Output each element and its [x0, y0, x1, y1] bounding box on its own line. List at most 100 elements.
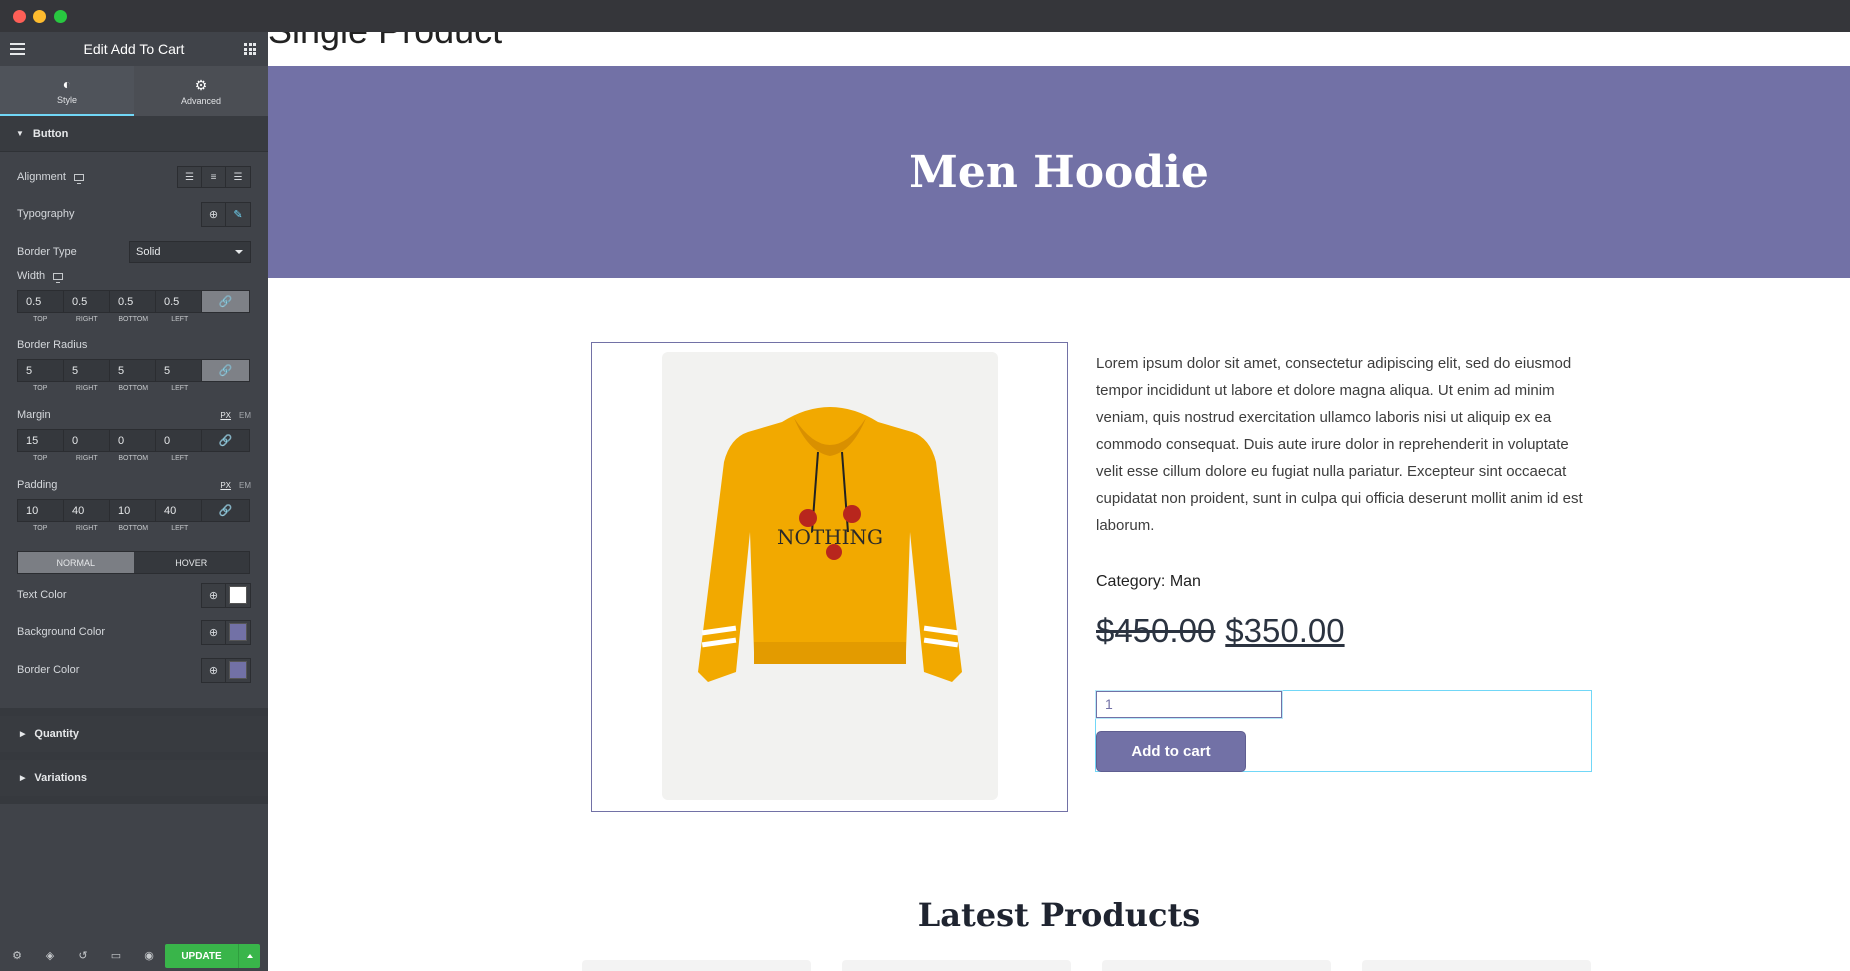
- layers-icon[interactable]: ◈: [43, 948, 57, 962]
- product-category: Category: Man: [1096, 573, 1201, 590]
- side-label-top: TOP: [33, 385, 48, 392]
- product-image: NOTHING: [662, 352, 998, 800]
- desktop-icon[interactable]: [73, 173, 84, 184]
- width-left-input[interactable]: 0.5: [156, 291, 202, 312]
- margin-label: Margin: [17, 409, 51, 421]
- edit-pencil-icon[interactable]: ✎: [226, 202, 250, 226]
- tab-hover[interactable]: HOVER: [133, 552, 249, 573]
- state-tabs: NORMAL HOVER: [17, 551, 250, 574]
- radius-top-input[interactable]: 5: [18, 360, 64, 381]
- border-color-label: Border Color: [17, 664, 80, 676]
- unit-px[interactable]: PX: [220, 411, 231, 420]
- link-values-icon[interactable]: 🔗: [202, 500, 249, 521]
- margin-bottom-input[interactable]: 0: [110, 430, 156, 451]
- padding-units: PX EM: [220, 481, 251, 490]
- hamburger-menu-icon[interactable]: [10, 43, 25, 58]
- link-values-icon[interactable]: 🔗: [202, 360, 249, 381]
- alignment-control: Alignment ☰ ≡ ☰: [17, 165, 251, 189]
- align-center-icon[interactable]: ≡: [202, 167, 226, 187]
- settings-gear-icon[interactable]: ⚙: [10, 948, 24, 962]
- hoodie-hem: [754, 642, 906, 664]
- section-button-header[interactable]: ▼ Button: [0, 116, 268, 152]
- width-side-labels: TOP RIGHT BOTTOM LEFT: [17, 316, 203, 323]
- caret-right-icon: ▶: [20, 731, 26, 738]
- product-card[interactable]: [1102, 960, 1331, 971]
- tab-normal[interactable]: NORMAL: [18, 552, 134, 573]
- margin-inputs: 15 0 0 0 🔗: [17, 429, 250, 452]
- border-color-swatch-button[interactable]: [226, 658, 250, 682]
- link-values-icon[interactable]: 🔗: [202, 291, 249, 312]
- desktop-icon[interactable]: [53, 272, 64, 283]
- maximize-window-button[interactable]: [54, 10, 67, 23]
- caret-right-icon: ▶: [20, 775, 26, 782]
- editor-sidebar: Edit Add To Cart ◐ Style ⚙ Advanced ▼ Bu…: [0, 32, 268, 971]
- margin-units: PX EM: [220, 411, 251, 420]
- padding-right-input[interactable]: 40: [64, 500, 110, 521]
- product-image-frame[interactable]: NOTHING: [591, 342, 1068, 812]
- side-label-right: RIGHT: [75, 385, 98, 392]
- unit-px[interactable]: PX: [220, 481, 231, 490]
- width-right-input[interactable]: 0.5: [64, 291, 110, 312]
- global-icon[interactable]: ⊕: [202, 202, 226, 226]
- widgets-grid-icon[interactable]: [244, 43, 256, 55]
- text-color-label: Text Color: [17, 589, 67, 601]
- side-label-right: RIGHT: [75, 525, 98, 532]
- add-to-cart-button[interactable]: Add to cart: [1096, 731, 1246, 772]
- side-label-top: TOP: [33, 455, 48, 462]
- border-type-label: Border Type: [17, 246, 77, 258]
- text-color-swatch: [229, 586, 247, 604]
- product-card[interactable]: [842, 960, 1071, 971]
- align-right-icon[interactable]: ☰: [226, 167, 250, 187]
- padding-bottom-input[interactable]: 10: [110, 500, 156, 521]
- tab-advanced[interactable]: ⚙ Advanced: [134, 66, 268, 116]
- padding-left-input[interactable]: 40: [156, 500, 202, 521]
- unit-em[interactable]: EM: [239, 481, 251, 490]
- width-inputs: 0.5 0.5 0.5 0.5 🔗: [17, 290, 250, 313]
- product-card[interactable]: [1362, 960, 1591, 971]
- align-left-icon[interactable]: ☰: [178, 167, 202, 187]
- preview-eye-icon[interactable]: ◉: [142, 948, 156, 962]
- global-icon[interactable]: ⊕: [202, 658, 226, 682]
- typography-control: Typography ⊕ ✎: [17, 201, 251, 227]
- panel-tabs: ◐ Style ⚙ Advanced: [0, 66, 268, 116]
- padding-top-input[interactable]: 10: [18, 500, 64, 521]
- margin-left-input[interactable]: 0: [156, 430, 202, 451]
- responsive-mode-icon[interactable]: ▭: [109, 948, 123, 962]
- tab-style[interactable]: ◐ Style: [0, 66, 134, 116]
- update-options-button[interactable]: [238, 944, 260, 968]
- global-icon[interactable]: ⊕: [202, 583, 226, 607]
- product-price: $450.00 $350.00: [1096, 612, 1345, 650]
- radius-left-input[interactable]: 5: [156, 360, 202, 381]
- radius-bottom-input[interactable]: 5: [110, 360, 156, 381]
- width-top-input[interactable]: 0.5: [18, 291, 64, 312]
- quantity-input[interactable]: 1: [1096, 691, 1282, 718]
- global-icon[interactable]: ⊕: [202, 620, 226, 644]
- background-color-swatch: [229, 623, 247, 641]
- section-variations[interactable]: ▶ Variations: [0, 760, 268, 804]
- radius-right-input[interactable]: 5: [64, 360, 110, 381]
- history-icon[interactable]: ↺: [76, 948, 90, 962]
- width-bottom-input[interactable]: 0.5: [110, 291, 156, 312]
- sidebar-header: Edit Add To Cart: [0, 32, 268, 66]
- minimize-window-button[interactable]: [33, 10, 46, 23]
- background-color-swatch-button[interactable]: [226, 620, 250, 644]
- typography-buttons: ⊕ ✎: [201, 201, 251, 227]
- border-type-select[interactable]: Solid: [129, 241, 251, 263]
- update-button[interactable]: UPDATE: [165, 944, 238, 968]
- hoodie-image: NOTHING: [698, 407, 962, 682]
- add-to-cart-widget[interactable]: 1 Add to cart: [1095, 690, 1592, 772]
- text-color-swatch-button[interactable]: [226, 583, 250, 607]
- width-label-row: Width: [17, 269, 251, 283]
- link-values-icon[interactable]: 🔗: [202, 430, 249, 451]
- margin-label-row: Margin: [17, 408, 251, 422]
- section-quantity[interactable]: ▶ Quantity: [0, 716, 268, 760]
- border-radius-label-row: Border Radius: [17, 338, 251, 352]
- margin-top-input[interactable]: 15: [18, 430, 64, 451]
- product-title: Men Hoodie: [909, 146, 1209, 198]
- sidebar-footer: ⚙ ◈ ↺ ▭ ◉ UPDATE: [0, 939, 268, 971]
- margin-right-input[interactable]: 0: [64, 430, 110, 451]
- close-window-button[interactable]: [13, 10, 26, 23]
- unit-em[interactable]: EM: [239, 411, 251, 420]
- padding-label: Padding: [17, 479, 58, 491]
- product-card[interactable]: [582, 960, 811, 971]
